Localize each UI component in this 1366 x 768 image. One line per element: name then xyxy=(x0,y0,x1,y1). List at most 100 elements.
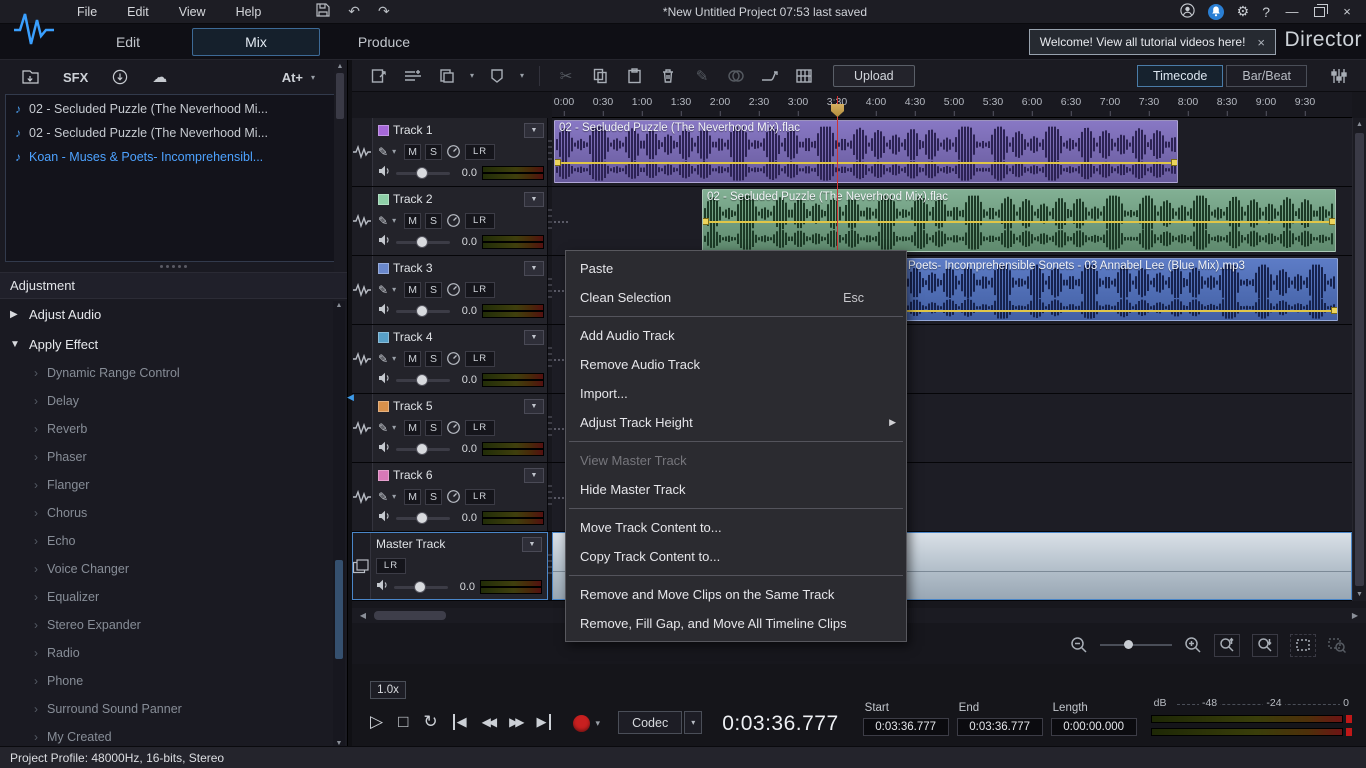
track-menu-button[interactable]: ▼ xyxy=(524,330,544,345)
track-header[interactable]: Track 4 ▼ ✎ ▾ M S LR xyxy=(352,325,548,393)
caret-down-icon[interactable]: ▾ xyxy=(466,71,478,80)
text-to-speech-button[interactable]: At+ ▾ xyxy=(282,70,319,85)
effect-item[interactable]: › Flanger xyxy=(0,471,347,499)
mute-button[interactable]: M xyxy=(404,351,421,367)
effect-item[interactable]: › My Created xyxy=(0,723,347,746)
mute-button[interactable]: M xyxy=(404,282,421,298)
loop-button[interactable]: ↻ xyxy=(423,712,437,732)
caret-down-icon[interactable]: ▾ xyxy=(392,147,400,156)
volume-slider-thumb[interactable] xyxy=(416,167,428,179)
volume-slider-thumb[interactable] xyxy=(416,512,428,524)
previous-button[interactable]: ◀ xyxy=(453,714,467,730)
close-button[interactable]: × xyxy=(1338,4,1356,19)
edit-track-icon[interactable]: ✎ xyxy=(378,352,388,366)
speaker-icon[interactable] xyxy=(378,440,391,458)
context-menu-item[interactable]: Copy Track Content to... ▶ xyxy=(566,542,906,571)
solo-button[interactable]: S xyxy=(425,489,442,505)
stop-button[interactable]: □ xyxy=(398,712,408,732)
edit-track-icon[interactable]: ✎ xyxy=(378,214,388,228)
pan-knob[interactable] xyxy=(446,213,461,228)
track-menu-button[interactable]: ▼ xyxy=(524,399,544,414)
settings-gear-icon[interactable]: ⚙ xyxy=(1237,3,1250,20)
speaker-icon[interactable] xyxy=(378,509,391,527)
panel-resize-handle[interactable] xyxy=(0,262,347,270)
redo-icon[interactable]: ↷ xyxy=(378,3,390,20)
volume-slider[interactable] xyxy=(396,310,450,313)
context-menu-item[interactable]: ▶ xyxy=(566,571,906,580)
effect-item[interactable]: › Radio xyxy=(0,639,347,667)
mute-button[interactable]: M xyxy=(404,213,421,229)
scroll-up-icon[interactable]: ▲ xyxy=(334,63,346,70)
edit-track-icon[interactable]: ✎ xyxy=(378,145,388,159)
adjustment-scrollbar[interactable]: ▲ ▼ xyxy=(333,301,345,746)
caret-down-icon[interactable]: ▾ xyxy=(392,423,400,432)
zoom-in-icon[interactable] xyxy=(1184,636,1202,654)
notification-bell-icon[interactable] xyxy=(1208,4,1224,20)
scroll-up-icon[interactable]: ▲ xyxy=(333,302,345,309)
tab-produce[interactable]: Produce xyxy=(320,29,448,55)
context-menu-item[interactable]: Add Audio Track ▶ xyxy=(566,321,906,350)
context-menu-item[interactable]: Remove Audio Track ▶ xyxy=(566,350,906,379)
field-value[interactable]: 0:00:00.000 xyxy=(1051,718,1137,736)
vertical-zoom-out-icon[interactable] xyxy=(1214,634,1240,657)
scrollbar-thumb[interactable] xyxy=(335,560,343,658)
user-account-icon[interactable] xyxy=(1180,3,1195,21)
library-item[interactable]: ♪ 02 - Secluded Puzzle (The Neverhood Mi… xyxy=(6,97,341,121)
audio-clip[interactable]: 02 - Secluded Puzzle (The Neverhood Mix)… xyxy=(702,189,1336,252)
track-menu-button[interactable]: ▼ xyxy=(524,261,544,276)
vertical-zoom-in-icon[interactable] xyxy=(1252,634,1278,657)
sfx-library-button[interactable]: SFX xyxy=(63,70,88,85)
caret-down-icon[interactable]: ▾ xyxy=(392,354,400,363)
mixer-panel-icon[interactable] xyxy=(1324,64,1354,88)
channel-lr-button[interactable]: LR xyxy=(376,558,406,574)
effect-item[interactable]: › Echo xyxy=(0,527,347,555)
caret-down-icon[interactable]: ▾ xyxy=(392,216,400,225)
pan-knob[interactable] xyxy=(446,489,461,504)
caret-down-icon[interactable]: ▾ xyxy=(392,285,400,294)
field-value[interactable]: 0:03:36.777 xyxy=(863,718,949,736)
fit-selection-icon[interactable] xyxy=(1290,634,1316,657)
help-icon[interactable]: ? xyxy=(1262,4,1270,20)
edit-track-icon[interactable]: ✎ xyxy=(378,490,388,504)
cloud-icon[interactable]: ☁ xyxy=(152,68,167,86)
context-menu-item[interactable]: ▶ xyxy=(566,504,906,513)
channel-lr-button[interactable]: LR xyxy=(465,144,495,160)
scrollbar-thumb[interactable] xyxy=(374,611,446,620)
channel-lr-button[interactable]: LR xyxy=(465,351,495,367)
context-menu-item[interactable]: ▶ xyxy=(566,312,906,321)
effect-item[interactable]: › Phaser xyxy=(0,443,347,471)
zoom-region-icon[interactable] xyxy=(1328,636,1346,654)
track-header[interactable]: Track 1 ▼ ✎ ▾ M S LR xyxy=(352,118,548,186)
menu-item[interactable]: View xyxy=(164,0,221,24)
channel-lr-button[interactable]: LR xyxy=(465,282,495,298)
scrollbar-thumb[interactable] xyxy=(1355,133,1364,586)
caret-down-icon[interactable]: ▾ xyxy=(596,718,601,729)
audio-clip[interactable]: 02 - Secluded Puzzle (The Neverhood Mix)… xyxy=(554,120,1178,183)
volume-automation-line[interactable] xyxy=(703,221,1335,223)
caret-down-icon[interactable]: ▾ xyxy=(392,492,400,501)
volume-slider[interactable] xyxy=(396,241,450,244)
upload-button[interactable]: Upload xyxy=(833,65,915,87)
import-media-icon[interactable] xyxy=(22,69,39,85)
scrollbar-thumb[interactable] xyxy=(336,73,344,119)
ruler[interactable]: 0:000:301:001:302:002:303:003:304:004:30… xyxy=(552,92,1352,118)
volume-slider[interactable] xyxy=(396,379,450,382)
normalize-icon[interactable] xyxy=(364,64,394,88)
volume-slider[interactable] xyxy=(396,517,450,520)
download-sounds-icon[interactable] xyxy=(112,69,128,85)
section-apply-effect[interactable]: ▼ Apply Effect xyxy=(0,329,347,359)
restore-button[interactable] xyxy=(1314,7,1325,17)
track-menu-button[interactable]: ▼ xyxy=(522,537,542,552)
speaker-icon[interactable] xyxy=(378,233,391,251)
fast-forward-button[interactable]: ▶▶ xyxy=(509,715,521,729)
volume-slider-thumb[interactable] xyxy=(416,236,428,248)
channel-lr-button[interactable]: LR xyxy=(465,420,495,436)
track-header[interactable]: Track 6 ▼ ✎ ▾ M S LR xyxy=(352,463,548,531)
minimize-button[interactable]: — xyxy=(1283,4,1301,19)
library-item[interactable]: ♪ Koan - Muses & Poets- Incomprehensibl.… xyxy=(6,145,341,169)
solo-button[interactable]: S xyxy=(425,351,442,367)
volume-slider-thumb[interactable] xyxy=(416,374,428,386)
solo-button[interactable]: S xyxy=(425,420,442,436)
track-header[interactable]: Track 3 ▼ ✎ ▾ M S LR xyxy=(352,256,548,324)
effect-item[interactable]: › Delay xyxy=(0,387,347,415)
